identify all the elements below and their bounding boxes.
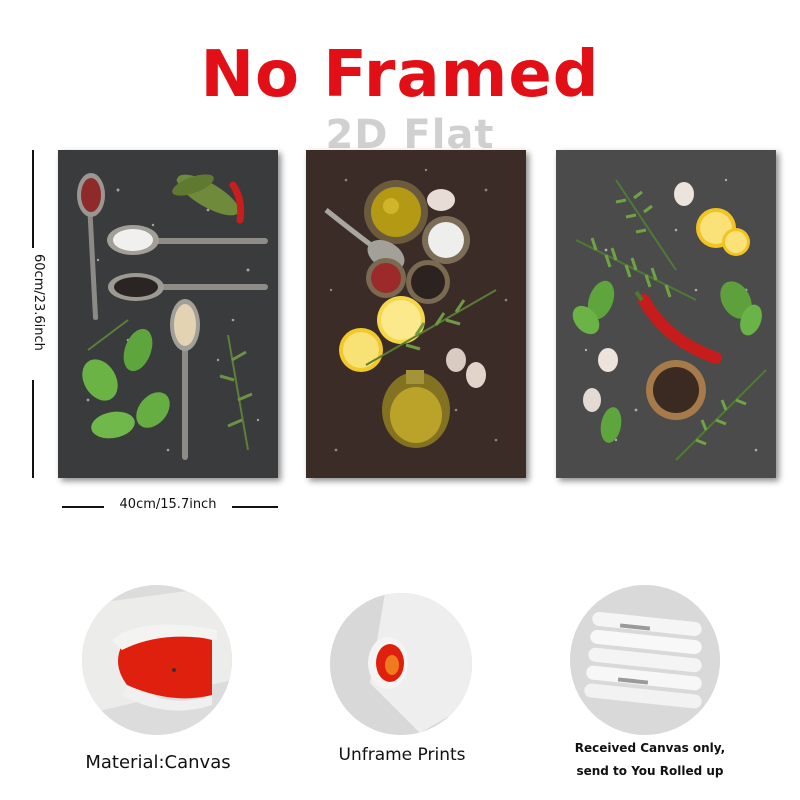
height-dimension-line-bottom <box>32 380 34 478</box>
rolled-caption-line-2: send to You Rolled up <box>576 764 724 778</box>
rolled-tubes-image <box>570 585 720 735</box>
rolled-print-image <box>330 593 472 735</box>
herbs-chili-image <box>556 150 776 478</box>
canvas-panel-herbs <box>556 150 776 478</box>
rolled-caption-line-1: Received Canvas only, <box>574 741 726 755</box>
unframe-prints-caption: Unframe Prints <box>338 745 466 765</box>
headline: No Framed <box>200 38 600 112</box>
rolled-delivery-photo <box>570 585 720 735</box>
width-dimension-line-left <box>62 506 104 508</box>
spoons-spices-image <box>58 150 278 478</box>
unframed-print-photo <box>330 593 472 735</box>
canvas-material-caption: Material:Canvas <box>85 752 231 773</box>
canvas-material-photo <box>82 585 232 735</box>
canvas-panel-bowls <box>306 150 526 478</box>
rolled-canvas-corner-image <box>82 585 232 735</box>
height-dimension-line-top <box>32 150 34 248</box>
bowls-spices-image <box>306 150 526 478</box>
width-dimension-line-right <box>232 506 278 508</box>
canvas-panel-spoons <box>58 150 278 478</box>
height-dimension-label: 60cm/23.6inch <box>31 254 46 351</box>
width-dimension-label: 40cm/15.7inch <box>119 497 217 512</box>
